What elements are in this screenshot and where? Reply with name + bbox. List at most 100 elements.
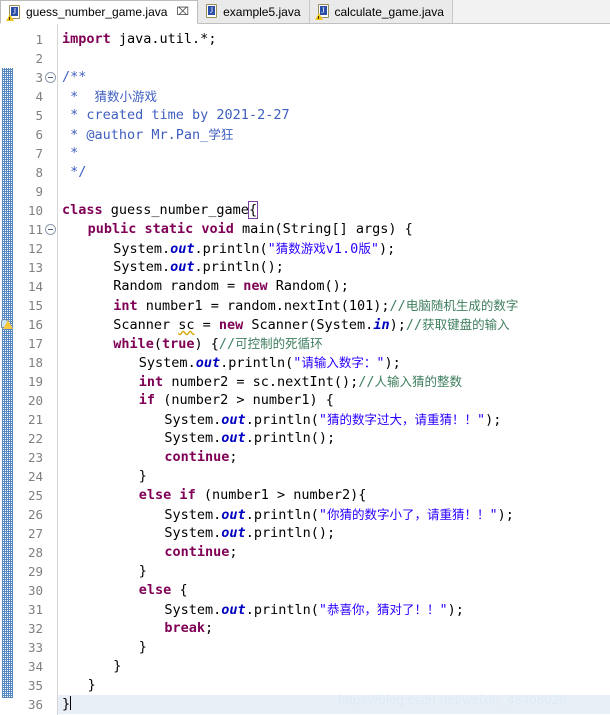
- code-token-str: ": [376, 355, 385, 371]
- code-token-plain: Scanner(System.: [243, 317, 374, 333]
- code-line[interactable]: }: [139, 562, 147, 581]
- line-number: 30: [27, 583, 43, 598]
- code-token-jdoc: *: [62, 145, 79, 161]
- line-number: 31: [27, 602, 43, 617]
- code-token-fld: out: [195, 355, 221, 371]
- code-line[interactable]: int number2 = sc.nextInt();//人输入猜的整数: [139, 372, 462, 391]
- code-editor[interactable]: 1 2 3 4 5 6 7 8 9 10 11 12 13 14 15 16 17 18 19 20 21 22 23 24 2…: [0, 24, 610, 715]
- code-token-plain: .println(: [245, 412, 319, 428]
- line-number: 1: [35, 32, 43, 47]
- code-token-fld: out: [221, 602, 246, 618]
- code-line[interactable]: break;: [164, 619, 213, 638]
- code-token-str: 恭喜你，猜对了！！: [326, 602, 440, 617]
- code-line[interactable]: }: [113, 657, 121, 676]
- line-number: 15: [27, 298, 43, 313]
- code-token-str: ": [489, 507, 498, 523]
- code-line[interactable]: System.out.println();: [113, 258, 284, 277]
- code-token-kw: new: [243, 278, 268, 294]
- code-token-kw: while: [113, 336, 154, 352]
- code-line[interactable]: */: [62, 163, 86, 182]
- current-line-highlight: [58, 695, 610, 714]
- code-token-str: ": [477, 412, 486, 428]
- line-number: 19: [27, 374, 43, 389]
- line-number: 29: [27, 564, 43, 579]
- code-line[interactable]: }: [88, 676, 96, 695]
- code-token-plain: ;: [205, 620, 214, 636]
- fold-collapse-icon[interactable]: [45, 224, 56, 235]
- code-token-cmt: 可控制的死循环: [235, 336, 323, 351]
- editor-tab-2[interactable]: Jcalculate_game.java: [309, 0, 453, 23]
- code-token-plain: ;: [229, 449, 238, 465]
- code-token-plain: number2 = sc.nextInt();: [163, 374, 359, 390]
- line-number: 22: [27, 431, 43, 446]
- code-token-plain: =: [194, 317, 219, 333]
- code-token-fld: out: [221, 507, 246, 523]
- code-token-str: v1.0: [325, 241, 359, 257]
- editor-tab-0[interactable]: Jguess_number_game.java ⌧: [0, 0, 199, 24]
- code-token-kw: break: [164, 620, 206, 636]
- code-line[interactable]: while(true) {//可控制的死循环: [113, 334, 322, 353]
- code-line[interactable]: System.out.println();: [164, 524, 335, 543]
- code-folding-gutter[interactable]: [44, 24, 57, 715]
- java-file-icon: J: [205, 4, 218, 19]
- line-number: 24: [27, 469, 43, 484]
- code-line[interactable]: Random random = new Random();: [113, 277, 349, 296]
- code-token-plain: {: [247, 201, 259, 219]
- line-number: 7: [35, 146, 43, 161]
- code-line[interactable]: }: [62, 695, 72, 714]
- java-file-warning-icon: J: [6, 4, 21, 21]
- code-token-jdoc: * created time by 2021-2-27: [62, 107, 290, 123]
- code-line[interactable]: }: [139, 638, 147, 657]
- code-line[interactable]: if (number2 > number1) {: [139, 391, 334, 410]
- code-line[interactable]: else if (number1 > number2){: [139, 486, 367, 505]
- close-icon[interactable]: ⌧: [176, 6, 189, 18]
- line-number: 4: [35, 89, 43, 104]
- line-number: 27: [27, 526, 43, 541]
- annotation-marker-ruler[interactable]: [0, 24, 16, 715]
- line-number: 18: [27, 355, 43, 370]
- code-line[interactable]: Scanner sc = new Scanner(System.in);//获取…: [113, 315, 509, 334]
- code-line[interactable]: * 猜数小游戏: [62, 87, 157, 106]
- code-line[interactable]: System.out.println("请输入数字：");: [139, 353, 401, 372]
- line-number: 28: [27, 545, 43, 560]
- code-line[interactable]: continue;: [164, 543, 237, 562]
- editor-tab-1[interactable]: Jexample5.java: [198, 0, 310, 23]
- code-token-fld: in: [373, 317, 390, 333]
- code-line[interactable]: class guess_number_game{: [62, 201, 259, 220]
- fold-collapse-icon[interactable]: [45, 72, 56, 83]
- code-token-plain: guess_number_game: [102, 202, 249, 218]
- code-text-area[interactable]: import java.util.*; /** * 猜数小游戏 * created…: [58, 24, 610, 715]
- warning-marker-icon[interactable]: [1, 318, 15, 332]
- line-number: 34: [27, 659, 43, 674]
- code-token-plain: );: [389, 317, 406, 333]
- code-token-plain: System.: [164, 602, 222, 618]
- line-number: 26: [27, 507, 43, 522]
- code-line[interactable]: else {: [139, 581, 188, 600]
- code-line[interactable]: System.out.println("恭喜你，猜对了！！");: [164, 600, 464, 619]
- code-token-plain: }: [87, 677, 96, 693]
- line-number: 35: [27, 678, 43, 693]
- code-line[interactable]: System.out.println("你猜的数字小了，请重猜！！");: [164, 505, 514, 524]
- code-line[interactable]: System.out.println("猜数游戏v1.0版");: [113, 239, 395, 258]
- code-line[interactable]: import java.util.*;: [62, 30, 216, 49]
- code-line[interactable]: System.out.println();: [164, 429, 335, 448]
- code-token-kw: true: [161, 336, 195, 352]
- code-line[interactable]: *: [62, 144, 78, 163]
- editor-tab-bar: Jguess_number_game.java ⌧ Jexample5.java Jc…: [0, 0, 610, 24]
- line-number: 12: [27, 241, 43, 256]
- tab-bar-filler: [452, 0, 610, 23]
- code-line[interactable]: * created time by 2021-2-27: [62, 106, 290, 125]
- code-line[interactable]: /**: [62, 68, 86, 87]
- code-token-str: ": [318, 602, 327, 618]
- code-token-plain: }: [62, 696, 71, 712]
- code-line[interactable]: continue;: [164, 448, 237, 467]
- code-token-plain: System.: [113, 241, 171, 257]
- code-line[interactable]: }: [139, 467, 147, 486]
- code-token-plain: Scanner: [113, 317, 179, 333]
- line-number: 13: [27, 260, 43, 275]
- code-line[interactable]: int number1 = random.nextInt(101);//电脑随机…: [113, 296, 518, 315]
- code-line[interactable]: System.out.println("猜的数字过大，请重猜！！");: [164, 410, 501, 429]
- code-line[interactable]: public static void main(String[] args) {: [88, 220, 413, 239]
- line-number: 25: [27, 488, 43, 503]
- code-line[interactable]: * @author Mr.Pan_学狂: [62, 125, 233, 144]
